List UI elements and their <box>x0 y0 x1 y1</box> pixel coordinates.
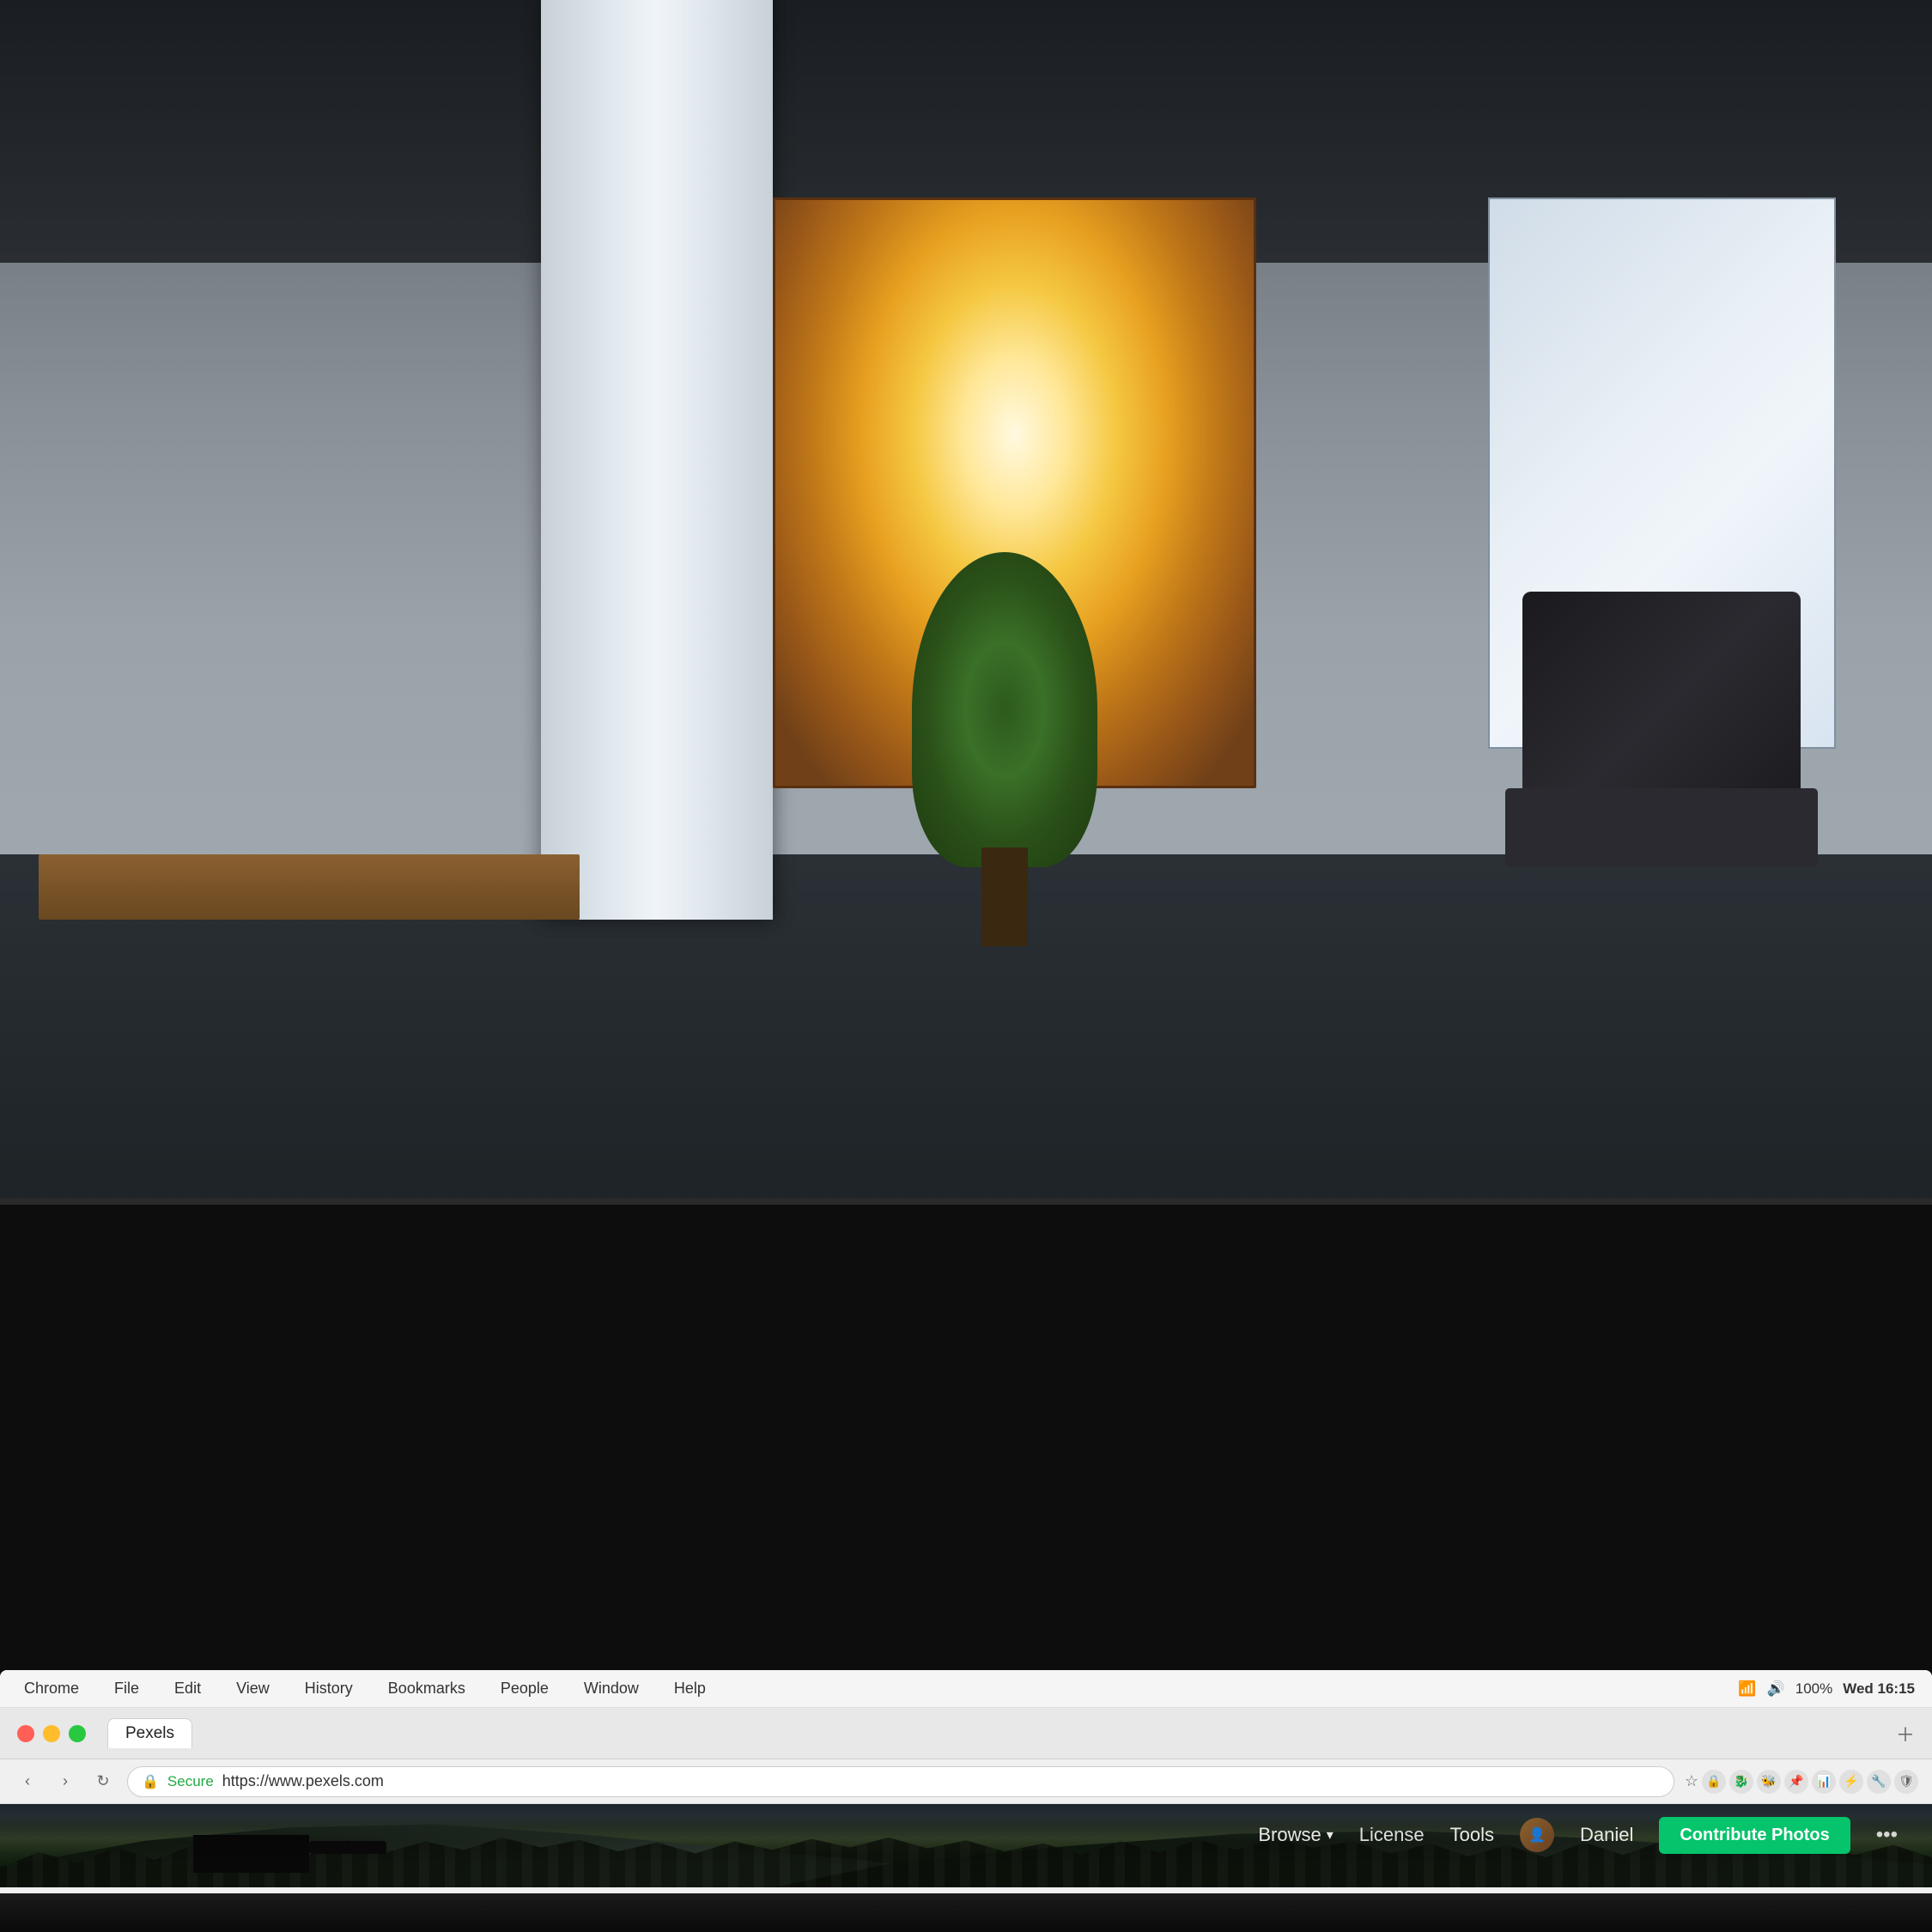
menu-edit[interactable]: Edit <box>167 1676 208 1701</box>
more-options-button[interactable]: ••• <box>1876 1823 1898 1847</box>
system-icons: 📶 🔊 100% Wed 16:15 <box>1738 1680 1915 1698</box>
ext-6[interactable]: ⚡ <box>1839 1770 1863 1794</box>
office-table <box>39 854 580 920</box>
menu-history[interactable]: History <box>298 1676 360 1701</box>
extension-icons: ☆ 🔒 🐉 🐝 📌 📊 ⚡ 🔧 🛡 <box>1685 1770 1918 1794</box>
tab-bar: Pexels <box>107 1718 1883 1748</box>
new-tab-button[interactable]: ＋ <box>1896 1720 1915 1747</box>
browser-toolbar: ‹ › ↻ 🔒 Secure https://www.pexels.com ☆ … <box>0 1759 1932 1804</box>
secure-label: Secure <box>167 1773 214 1790</box>
active-tab-pexels[interactable]: Pexels <box>107 1718 192 1748</box>
window-minimize-button[interactable] <box>43 1725 60 1742</box>
user-avatar[interactable]: 👤 <box>1520 1818 1554 1852</box>
user-name: Daniel <box>1580 1824 1633 1846</box>
ext-3[interactable]: 🐝 <box>1757 1770 1781 1794</box>
forward-button[interactable]: › <box>52 1768 79 1795</box>
nav-license[interactable]: License <box>1359 1824 1425 1846</box>
window-close-button[interactable] <box>17 1725 34 1742</box>
url-text: https://www.pexels.com <box>222 1772 384 1790</box>
secure-icon: 🔒 <box>142 1773 159 1790</box>
background-office-scene <box>0 0 1932 1314</box>
menu-window[interactable]: Window <box>577 1676 646 1701</box>
office-chair <box>1488 592 1836 986</box>
menu-bookmarks[interactable]: Bookmarks <box>381 1676 472 1701</box>
nav-tools[interactable]: Tools <box>1450 1824 1494 1846</box>
wifi-icon: 📶 <box>1738 1680 1756 1698</box>
address-bar[interactable]: 🔒 Secure https://www.pexels.com <box>127 1766 1674 1797</box>
volume-icon: 🔊 <box>1767 1680 1785 1698</box>
system-time: Wed 16:15 <box>1843 1680 1915 1698</box>
window-maximize-button[interactable] <box>69 1725 86 1742</box>
ext-1[interactable]: 🔒 <box>1702 1770 1726 1794</box>
bookmark-icon[interactable]: ☆ <box>1685 1772 1698 1790</box>
avatar-icon: 👤 <box>1528 1826 1546 1844</box>
ext-2[interactable]: 🐉 <box>1729 1770 1753 1794</box>
menu-chrome[interactable]: Chrome <box>17 1676 86 1701</box>
pexels-nav: Browse ▾ License Tools 👤 Daniel Contribu… <box>0 1804 1932 1866</box>
browse-label: Browse <box>1258 1824 1321 1846</box>
office-pillar <box>541 0 773 920</box>
battery-icon: 100% <box>1795 1680 1832 1698</box>
back-button[interactable]: ‹ <box>14 1768 41 1795</box>
browser-tab-bar: Pexels ＋ <box>0 1708 1932 1759</box>
office-plant <box>889 552 1121 946</box>
contribute-photos-button[interactable]: Contribute Photos <box>1659 1817 1850 1854</box>
ext-7[interactable]: 🔧 <box>1867 1770 1891 1794</box>
menu-view[interactable]: View <box>229 1676 276 1701</box>
ext-5[interactable]: 📊 <box>1812 1770 1836 1794</box>
pexels-hero-content: PEXELS Best free stock photos in one pla… <box>0 1873 1932 1887</box>
menu-file[interactable]: File <box>107 1676 146 1701</box>
window-controls <box>17 1725 86 1742</box>
plant-leaves <box>912 552 1097 867</box>
menu-people[interactable]: People <box>494 1676 556 1701</box>
chair-seat <box>1505 788 1819 867</box>
monitor-area: Chrome File Edit View History Bookmarks … <box>0 1198 1932 1932</box>
ext-8[interactable]: 🛡 <box>1894 1770 1918 1794</box>
pexels-website: Browse ▾ License Tools 👤 Daniel Contribu… <box>0 1804 1932 1887</box>
browser-menubar: Chrome File Edit View History Bookmarks … <box>0 1670 1932 1708</box>
nav-browse[interactable]: Browse ▾ <box>1258 1824 1333 1846</box>
ext-4[interactable]: 📌 <box>1784 1770 1808 1794</box>
monitor-bezel <box>0 1893 1932 1932</box>
refresh-button[interactable]: ↻ <box>89 1768 117 1795</box>
plant-stem <box>981 848 1028 946</box>
browse-chevron-icon: ▾ <box>1327 1826 1334 1844</box>
menu-help[interactable]: Help <box>667 1676 713 1701</box>
